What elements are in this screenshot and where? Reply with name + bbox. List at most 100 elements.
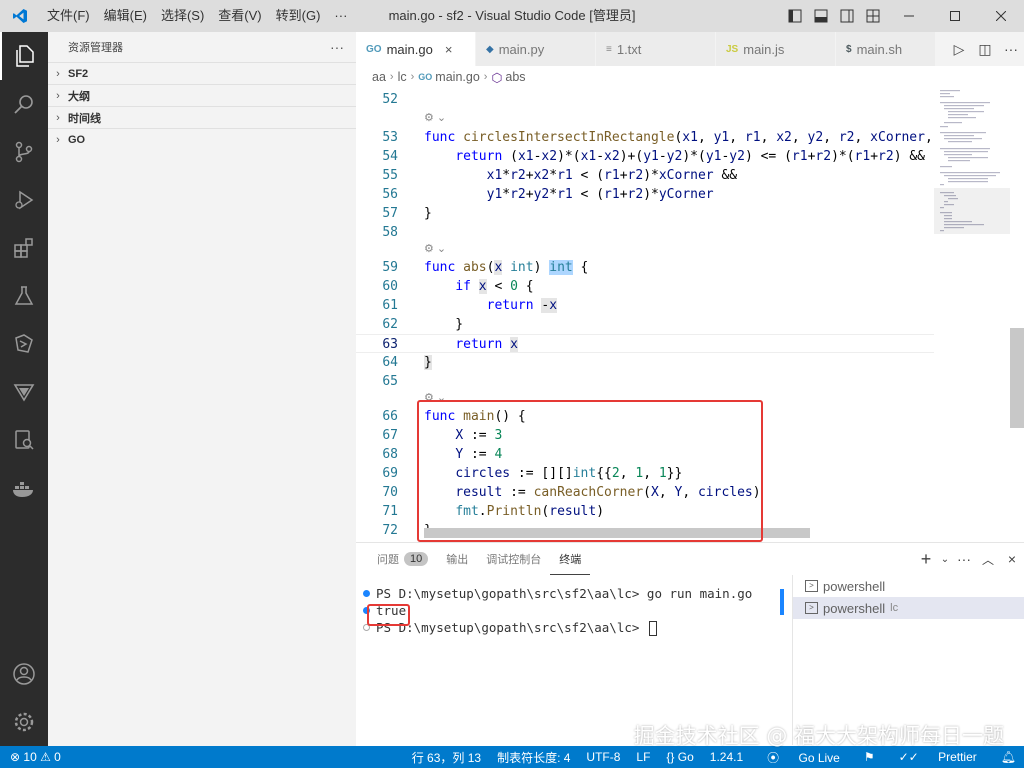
tab-terminal[interactable]: 终端 <box>550 543 591 575</box>
go-file-icon: GO <box>366 43 382 55</box>
code-line: 57} <box>382 206 432 221</box>
tab-1-txt[interactable]: ≡ 1.txt <box>596 32 716 66</box>
tab-label: main.js <box>743 41 785 57</box>
search-icon[interactable] <box>0 80 48 128</box>
minimize-icon[interactable] <box>886 0 932 32</box>
section-go[interactable]: › GO <box>48 128 356 150</box>
account-icon[interactable] <box>0 650 48 698</box>
menu-goto[interactable]: 转到(G) <box>269 0 328 32</box>
chevron-down-icon[interactable]: ⌄ <box>938 554 952 565</box>
code-line: 56 y1*r2+y2*r1 < (r1+r2)*yCorner <box>382 187 714 202</box>
settings-gear-icon[interactable] <box>0 698 48 746</box>
run-debug-icon[interactable] <box>0 176 48 224</box>
code-line: 53 func circlesIntersectInRectangle(x1, y… <box>382 130 933 145</box>
tab-label: 终端 <box>559 553 582 566</box>
customize-layout-icon[interactable] <box>860 0 886 32</box>
terminal-item-powershell-lc[interactable]: > powershell lc <box>793 597 1024 619</box>
horizontal-scrollbar[interactable] <box>424 528 810 538</box>
codelens[interactable]: ⚙ ⌄ <box>424 109 446 128</box>
extensions-icon[interactable] <box>0 224 48 272</box>
close-window-icon[interactable] <box>978 0 1024 32</box>
encoding[interactable]: UTF-8 <box>578 750 628 764</box>
terminal-label: powershell <box>823 600 886 616</box>
breadcrumb-symbol[interactable]: abs <box>505 70 525 84</box>
problems-status[interactable]: ⊗ 10 ⚠ 0 <box>10 750 61 764</box>
terminal-line: PS D:\mysetup\gopath\src\sf2\aa\lc> go r… <box>376 586 753 601</box>
command-pending-dot <box>363 624 370 631</box>
code-line: 66 func main() { <box>382 409 526 424</box>
tab-debug-console[interactable]: 调试控制台 <box>477 543 550 575</box>
tab-main-go[interactable]: GO main.go × <box>356 32 476 66</box>
more-actions-icon[interactable]: ··· <box>998 41 1024 57</box>
close-panel-icon[interactable]: × <box>1000 551 1024 567</box>
gitlens-search-icon[interactable] <box>0 416 48 464</box>
terminal-item-powershell[interactable]: > powershell <box>793 575 1024 597</box>
explorer-icon[interactable] <box>0 32 48 80</box>
codelens[interactable]: ⚙ ⌄ <box>424 389 446 408</box>
language-mode[interactable]: {} Go <box>658 750 701 764</box>
tab-main-js[interactable]: JS main.js <box>716 32 836 66</box>
tab-problems[interactable]: 问题 10 <box>368 543 437 575</box>
go-live[interactable]: ⦿ Go Live <box>751 749 856 766</box>
remote-explorer-icon[interactable] <box>0 320 48 368</box>
go-file-icon: GO <box>418 72 433 82</box>
menu-view[interactable]: 查看(V) <box>211 0 268 32</box>
toggle-sidebar-icon[interactable] <box>782 0 808 32</box>
breadcrumb-aa[interactable]: aa <box>372 70 386 84</box>
run-file-icon[interactable]: ▷ <box>946 41 972 58</box>
breadcrumb-file[interactable]: main.go <box>435 70 479 84</box>
menu-more[interactable]: ··· <box>327 0 354 32</box>
docker-icon[interactable] <box>0 464 48 512</box>
explorer-sidebar: 资源管理器 ··· › SF2 › 大纲 › 时间线 › GO <box>48 32 356 746</box>
vscode-logo-icon <box>0 0 40 32</box>
end-of-line[interactable]: LF <box>628 750 658 764</box>
codelens[interactable]: ⚙ ⌄ <box>424 240 446 259</box>
new-terminal-icon[interactable]: + <box>914 549 938 570</box>
prettier[interactable]: ✓✓ Prettier <box>883 750 993 764</box>
vertical-scrollbar[interactable] <box>1010 88 1024 542</box>
tab-label: 调试控制台 <box>486 554 542 566</box>
sidebar-more-button[interactable]: ··· <box>330 39 344 55</box>
section-label: GO <box>68 133 86 146</box>
testing-flask-icon[interactable] <box>0 272 48 320</box>
watermark-text: 掘金技术社区 @ 福大大架构师每日一题 <box>633 724 1004 748</box>
menu-edit[interactable]: 编辑(E) <box>97 0 154 32</box>
code-line: 69 circles := [][]int{{2, 1, 1}} <box>382 466 683 481</box>
code-editor[interactable]: 52 ⚙ ⌄ 53 func circlesIntersectInRectangl… <box>356 88 934 542</box>
bottom-panel: 问题 10 输出 调试控制台 终端 + ⌄ ··· ︿ × PS D:\myset… <box>356 542 1024 746</box>
shell-file-icon: $ <box>846 43 852 55</box>
section-timeline[interactable]: › 时间线 <box>48 106 356 128</box>
maximize-panel-icon[interactable]: ︿ <box>976 551 1000 568</box>
maximize-icon[interactable] <box>932 0 978 32</box>
section-sf2[interactable]: › SF2 <box>48 62 356 84</box>
menu-selection[interactable]: 选择(S) <box>154 0 211 32</box>
tab-label: main.go <box>386 41 433 57</box>
menu-file[interactable]: 文件(F) <box>40 0 97 32</box>
scrollbar-thumb[interactable] <box>1010 328 1024 428</box>
breadcrumb-lc[interactable]: lc <box>398 70 407 84</box>
more-actions-icon[interactable]: ··· <box>952 551 976 567</box>
close-tab-icon[interactable]: × <box>445 42 453 57</box>
toggle-panel-icon[interactable] <box>808 0 834 32</box>
split-editor-icon[interactable]: ◫ <box>972 41 998 58</box>
tab-size[interactable]: 制表符长度: 4 <box>489 749 578 766</box>
section-outline[interactable]: › 大纲 <box>48 84 356 106</box>
go-version[interactable]: 1.24.1 <box>702 750 751 764</box>
gitlens-triangle-icon[interactable] <box>0 368 48 416</box>
tab-output[interactable]: 输出 <box>437 543 477 575</box>
notifications-bell-icon[interactable]: 🔔︎ <box>993 750 1024 764</box>
python-file-icon: ◆ <box>486 43 494 55</box>
broadcast-icon: ⦿ <box>767 750 783 765</box>
minimap[interactable] <box>934 88 1010 542</box>
tab-main-sh[interactable]: $ main.sh <box>836 32 936 66</box>
code-line: 52 <box>382 92 398 107</box>
remote-icon[interactable]: ⚑ <box>856 750 883 764</box>
chevron-right-icon: › <box>56 133 60 146</box>
editor-tabs: GO main.go × ◆ main.py ≡ 1.txt JS main.j… <box>356 32 1024 66</box>
cursor-position[interactable]: 行 63，列 13 <box>404 749 489 766</box>
tab-main-py[interactable]: ◆ main.py <box>476 32 596 66</box>
toggle-secondary-sidebar-icon[interactable] <box>834 0 860 32</box>
code-line: 59 func abs(x int) int { <box>382 260 589 275</box>
source-control-icon[interactable] <box>0 128 48 176</box>
terminal-icon: > <box>805 602 818 614</box>
